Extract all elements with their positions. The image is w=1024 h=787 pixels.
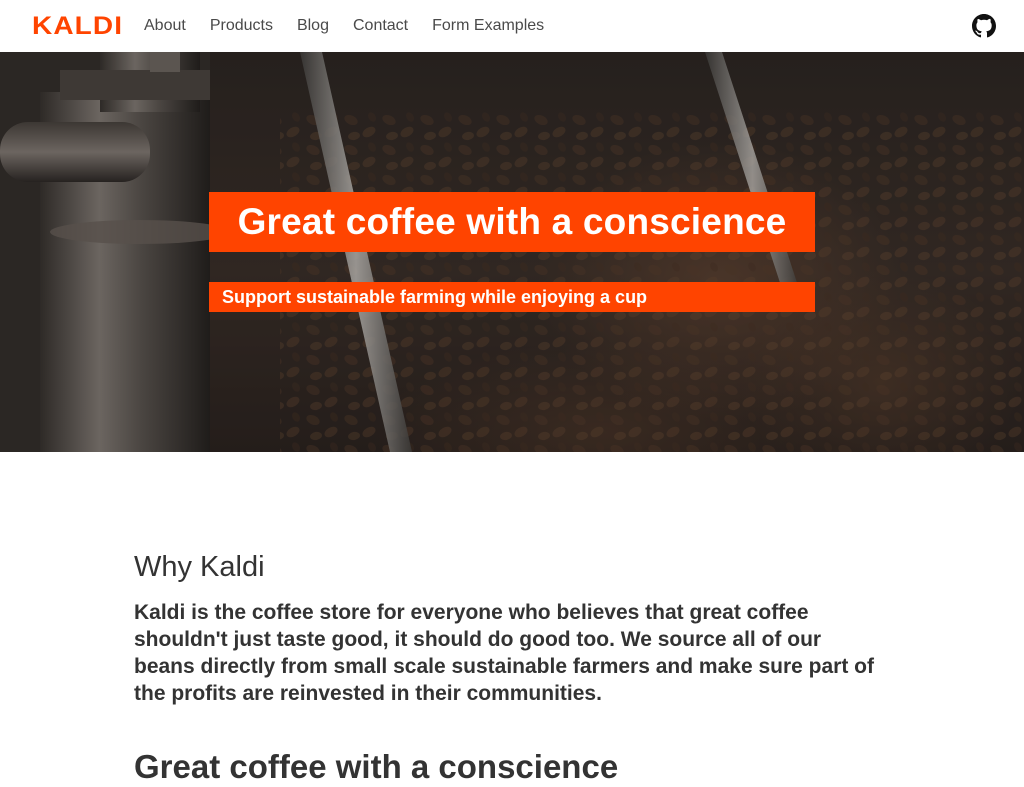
github-link[interactable] [972,14,996,38]
hero-title-box: Great coffee with a conscience [209,192,815,252]
hero-subtitle-box: Support sustainable farming while enjoyi… [209,282,815,312]
nav-right [972,14,996,38]
second-heading: Great coffee with a conscience [134,748,619,785]
navbar: KALDI About Products Blog Contact Form E… [0,0,1024,52]
nav-link-about[interactable]: About [144,17,186,35]
hero-background-image [0,52,1024,452]
github-icon [972,14,996,38]
hero-banner: Great coffee with a conscience Support s… [0,52,1024,452]
section-heading: Why Kaldi [134,551,265,583]
hero-subtitle: Support sustainable farming while enjoyi… [222,286,648,307]
nav-link-form-examples[interactable]: Form Examples [432,17,544,35]
section-description: Kaldi is the coffee store for everyone w… [134,601,874,705]
site-logo[interactable]: KALDI [32,13,131,39]
nav-link-blog[interactable]: Blog [297,17,329,35]
hero-title: Great coffee with a conscience [237,201,787,242]
nav-links: About Products Blog Contact Form Example… [144,17,568,35]
main-content: Why Kaldi Kaldi is the coffee store for … [134,452,890,787]
nav-link-contact[interactable]: Contact [353,17,408,35]
nav-link-products[interactable]: Products [210,17,273,35]
